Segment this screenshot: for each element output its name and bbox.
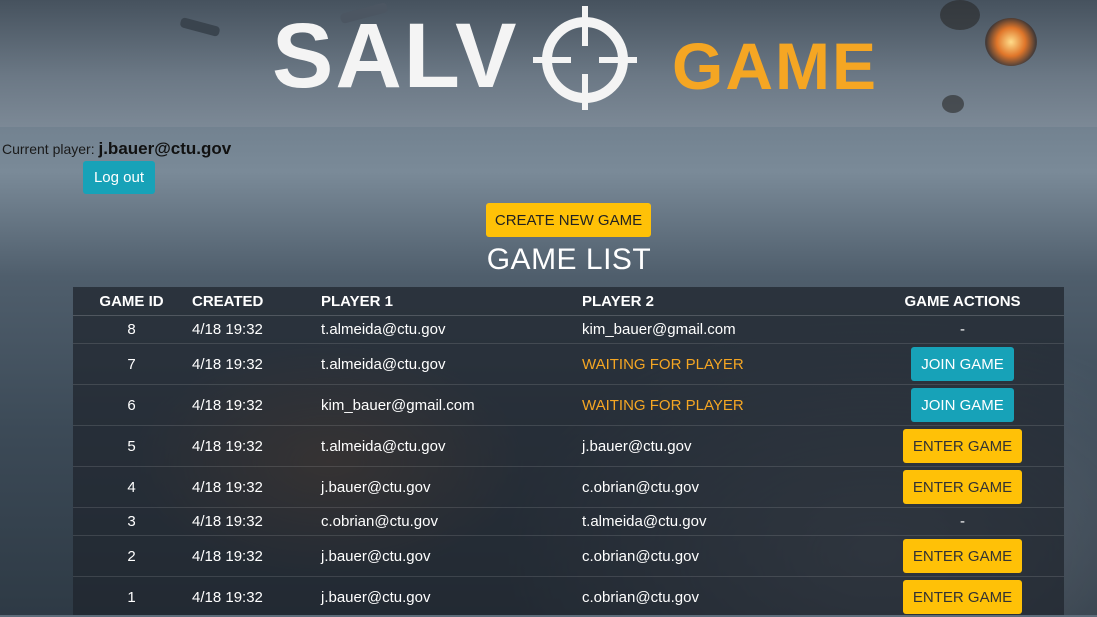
cell-player2: c.obrian@ctu.gov [582, 577, 861, 617]
cell-created: 4/18 19:32 [190, 536, 319, 577]
cell-created: 4/18 19:32 [190, 577, 319, 617]
cell-game-id: 5 [73, 426, 190, 467]
logout-button[interactable]: Log out [83, 161, 155, 194]
column-header-created: CREATED [190, 287, 319, 316]
table-row: 2 4/18 19:32 j.bauer@ctu.gov c.obrian@ct… [73, 536, 1064, 577]
table-row: 8 4/18 19:32 t.almeida@ctu.gov kim_bauer… [73, 316, 1064, 344]
cell-action-none: - [861, 508, 1064, 536]
enter-game-button[interactable]: ENTER GAME [903, 470, 1022, 504]
cell-player1: j.bauer@ctu.gov [319, 577, 582, 617]
enter-game-button[interactable]: ENTER GAME [903, 429, 1022, 463]
game-list-title: GAME LIST [0, 243, 1097, 277]
current-player-email: j.bauer@ctu.gov [98, 139, 231, 158]
cell-action: JOIN GAME [861, 385, 1064, 426]
enter-game-button[interactable]: ENTER GAME [903, 539, 1022, 573]
cell-game-id: 4 [73, 467, 190, 508]
cell-player1: c.obrian@ctu.gov [319, 508, 582, 536]
smoke-icon [942, 95, 964, 113]
cell-game-id: 7 [73, 344, 190, 385]
cell-game-id: 2 [73, 536, 190, 577]
cell-player1: t.almeida@ctu.gov [319, 344, 582, 385]
cell-game-id: 1 [73, 577, 190, 617]
column-header-game-id: GAME ID [73, 287, 190, 316]
table-row: 4 4/18 19:32 j.bauer@ctu.gov c.obrian@ct… [73, 467, 1064, 508]
cell-action: ENTER GAME [861, 467, 1064, 508]
logo-salvo-text: SALV [272, 6, 519, 106]
table-row: 7 4/18 19:32 t.almeida@ctu.gov WAITING F… [73, 344, 1064, 385]
cell-player1: t.almeida@ctu.gov [319, 426, 582, 467]
explosion-icon [985, 18, 1037, 66]
cell-action: ENTER GAME [861, 536, 1064, 577]
smoke-icon [940, 0, 980, 30]
cell-player2: t.almeida@ctu.gov [582, 508, 861, 536]
cell-created: 4/18 19:32 [190, 385, 319, 426]
cell-created: 4/18 19:32 [190, 467, 319, 508]
cell-player2: j.bauer@ctu.gov [582, 426, 861, 467]
cell-player1: j.bauer@ctu.gov [319, 467, 582, 508]
table-row: 5 4/18 19:32 t.almeida@ctu.gov j.bauer@c… [73, 426, 1064, 467]
cell-created: 4/18 19:32 [190, 426, 319, 467]
column-header-game-actions: GAME ACTIONS [861, 287, 1064, 316]
table-header-row: GAME ID CREATED PLAYER 1 PLAYER 2 GAME A… [73, 287, 1064, 316]
column-header-player1: PLAYER 1 [319, 287, 582, 316]
column-header-player2: PLAYER 2 [582, 287, 861, 316]
table-row: 6 4/18 19:32 kim_bauer@gmail.com WAITING… [73, 385, 1064, 426]
cell-action-none: - [861, 316, 1064, 344]
enter-game-button[interactable]: ENTER GAME [903, 580, 1022, 614]
cell-created: 4/18 19:32 [190, 316, 319, 344]
cell-game-id: 3 [73, 508, 190, 536]
cell-created: 4/18 19:32 [190, 508, 319, 536]
cell-created: 4/18 19:32 [190, 344, 319, 385]
cell-action: ENTER GAME [861, 577, 1064, 617]
game-list-table-container: GAME ID CREATED PLAYER 1 PLAYER 2 GAME A… [73, 287, 1064, 615]
cell-player2-waiting: WAITING FOR PLAYER [582, 385, 861, 426]
cell-player1: kim_bauer@gmail.com [319, 385, 582, 426]
current-player-info: Current player: j.bauer@ctu.gov [2, 139, 231, 159]
cell-action: ENTER GAME [861, 426, 1064, 467]
table-row: 1 4/18 19:32 j.bauer@ctu.gov c.obrian@ct… [73, 577, 1064, 617]
cell-player1: j.bauer@ctu.gov [319, 536, 582, 577]
cell-player2: c.obrian@ctu.gov [582, 467, 861, 508]
cell-player2: c.obrian@ctu.gov [582, 536, 861, 577]
current-player-label: Current player: [2, 141, 95, 157]
cell-game-id: 6 [73, 385, 190, 426]
plane-icon [179, 17, 220, 37]
cell-player2-waiting: WAITING FOR PLAYER [582, 344, 861, 385]
logo-game-text: GAME [672, 26, 878, 106]
cell-player1: t.almeida@ctu.gov [319, 316, 582, 344]
game-list-table: GAME ID CREATED PLAYER 1 PLAYER 2 GAME A… [73, 287, 1064, 617]
table-row: 3 4/18 19:32 c.obrian@ctu.gov t.almeida@… [73, 508, 1064, 536]
create-new-game-button[interactable]: CREATE NEW GAME [486, 203, 651, 237]
cell-game-id: 8 [73, 316, 190, 344]
join-game-button[interactable]: JOIN GAME [911, 388, 1014, 422]
cell-action: JOIN GAME [861, 344, 1064, 385]
header-banner: SALV GAME [0, 0, 1097, 127]
join-game-button[interactable]: JOIN GAME [911, 347, 1014, 381]
cell-player2: kim_bauer@gmail.com [582, 316, 861, 344]
crosshair-icon [530, 2, 640, 112]
